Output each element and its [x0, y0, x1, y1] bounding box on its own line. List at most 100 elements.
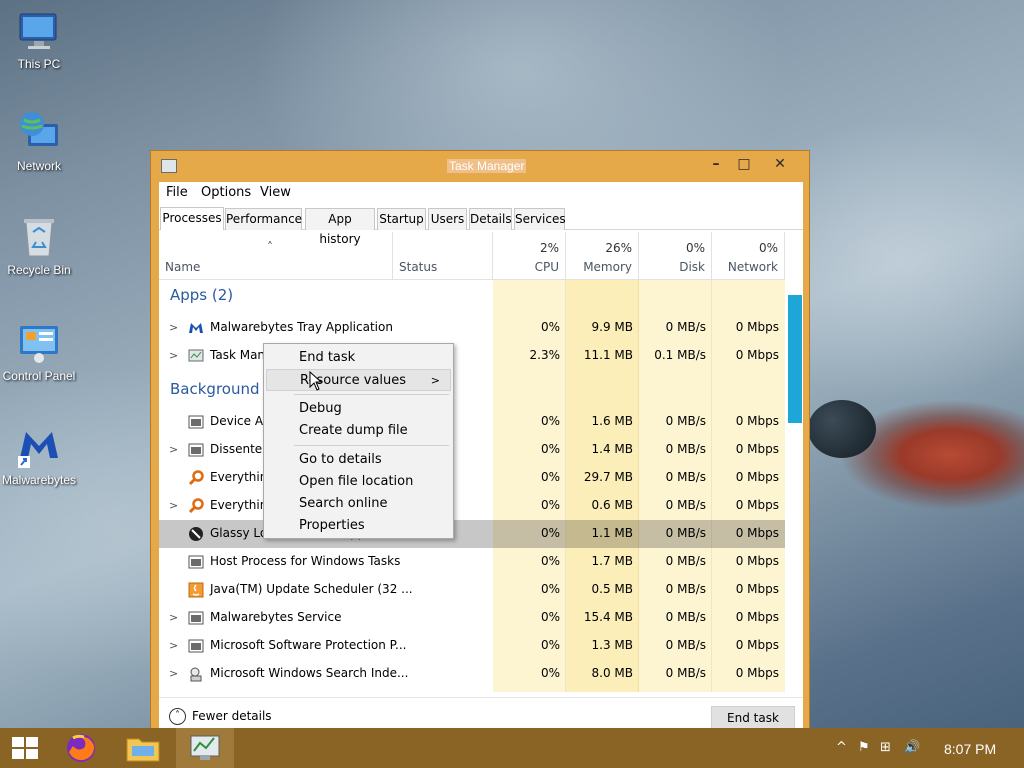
table-row-selected[interactable]: Glassy Look for Black Apps (32 ... 0% 1.… [159, 520, 785, 548]
tab-processes[interactable]: Processes [160, 207, 224, 230]
tab-users[interactable]: Users [428, 208, 467, 230]
expand-chevron-icon[interactable]: > [169, 443, 178, 456]
desktop-icon-malwarebytes[interactable]: Malwarebytes [0, 424, 78, 487]
expand-chevron-icon[interactable]: > [169, 639, 178, 652]
menu-item-properties[interactable]: Properties [266, 515, 451, 537]
taskbar-task-manager[interactable] [176, 728, 234, 768]
column-network[interactable]: 0% Network [712, 232, 785, 280]
show-hidden-icons-chevron-icon[interactable]: ^ [836, 740, 847, 755]
table-row[interactable]: Everything 0% 29.7 MB 0 MB/s 0 Mbps [159, 464, 785, 492]
menu-item-search-online[interactable]: Search online [266, 493, 451, 515]
vertical-scrollbar[interactable] [787, 280, 803, 692]
task-manager-icon [188, 348, 204, 364]
expand-chevron-icon[interactable]: > [169, 611, 178, 624]
process-network: 0 Mbps [735, 638, 779, 652]
table-row[interactable]: > Malwarebytes Tray Application 0% 9.9 M… [159, 314, 785, 342]
tab-performance[interactable]: Performance [225, 208, 302, 230]
expand-chevron-icon[interactable]: > [169, 321, 178, 334]
menu-item-debug[interactable]: Debug [266, 398, 451, 420]
desktop-icon-recycle-bin[interactable]: Recycle Bin [0, 214, 78, 277]
taskbar-clock[interactable]: 8:07 PM [944, 741, 996, 757]
minimize-button[interactable]: – [703, 155, 729, 175]
menu-view[interactable]: View [260, 185, 291, 200]
menu-options[interactable]: Options [201, 185, 251, 200]
column-cpu[interactable]: 2% CPU [493, 232, 566, 280]
expand-chevron-icon[interactable]: > [169, 349, 178, 362]
process-cpu: 0% [540, 414, 560, 428]
tab-services[interactable]: Services [514, 208, 566, 230]
taskbar-file-explorer[interactable] [118, 728, 168, 768]
tab-details[interactable]: Details [469, 208, 512, 230]
close-button[interactable]: ✕ [767, 155, 793, 175]
menu-item-end-task[interactable]: End task [266, 347, 451, 369]
column-status[interactable]: Status [393, 232, 493, 280]
task-manager-window: Task Manager – □ ✕ File Options View Pro… [150, 150, 810, 740]
expand-chevron-icon[interactable]: > [169, 499, 178, 512]
process-memory: 29.7 MB [583, 470, 633, 484]
process-network: 0 Mbps [735, 610, 779, 624]
process-disk: 0 MB/s [665, 470, 706, 484]
menu-item-resource-values[interactable]: Resource values > [266, 369, 451, 391]
process-disk: 0 MB/s [665, 610, 706, 624]
tab-app-history[interactable]: App history [305, 208, 375, 246]
desktop-icon-label: This PC [17, 57, 61, 71]
column-memory-label: Memory [583, 260, 632, 274]
tab-startup[interactable]: Startup [377, 208, 426, 230]
malwarebytes-icon [188, 320, 204, 336]
process-disk: 0 MB/s [665, 666, 706, 680]
process-disk: 0 MB/s [665, 320, 706, 334]
window-app-icon [188, 610, 204, 626]
table-row[interactable]: Host Process for Windows Tasks 0% 1.7 MB… [159, 548, 785, 576]
table-row[interactable]: Device Ass 0% 1.6 MB 0 MB/s 0 Mbps [159, 408, 785, 436]
fewer-details-button[interactable]: ˄ Fewer details [169, 708, 272, 725]
windows-logo-icon [12, 737, 38, 759]
table-row[interactable]: Java(TM) Update Scheduler (32 ... 0% 0.5… [159, 576, 785, 604]
column-memory[interactable]: 26% Memory [566, 232, 639, 280]
mouse-cursor-icon [309, 370, 323, 391]
process-cpu: 0% [540, 320, 560, 334]
process-memory: 0.5 MB [591, 582, 633, 596]
table-row[interactable]: > DissenterU 0% 1.4 MB 0 MB/s 0 Mbps [159, 436, 785, 464]
desktop-icon-control-panel[interactable]: Control Panel [0, 320, 78, 383]
menu-item-go-to-details[interactable]: Go to details [266, 449, 451, 471]
search-indexer-icon [188, 666, 204, 682]
table-row[interactable]: > Everything 0% 0.6 MB 0 MB/s 0 Mbps [159, 492, 785, 520]
table-row[interactable]: > Malwarebytes Service 0% 15.4 MB 0 MB/s… [159, 604, 785, 632]
menu-file[interactable]: File [166, 185, 188, 200]
process-network: 0 Mbps [735, 526, 779, 540]
desktop-icon-this-pc[interactable]: This PC [0, 8, 78, 71]
globe-network-icon [16, 110, 62, 156]
menu-separator [294, 394, 449, 395]
tab-strip: Processes Performance App history Startu… [159, 207, 803, 246]
end-task-button[interactable]: End task [711, 706, 795, 730]
maximize-button[interactable]: □ [731, 155, 757, 175]
column-disk[interactable]: 0% Disk [639, 232, 712, 280]
scrollbar-thumb[interactable] [788, 295, 802, 423]
column-name-label: Name [165, 260, 201, 274]
volume-icon[interactable]: 🔊 [904, 740, 920, 755]
table-row[interactable]: > Task Mana 2.3% 11.1 MB 0.1 MB/s 0 Mbps [159, 342, 785, 370]
column-header-row: ˄ Name Status 2% CPU 26% Memory 0% Disk … [159, 232, 785, 280]
monitor-icon [16, 8, 62, 54]
firefox-icon [67, 734, 95, 762]
desktop-icon-label: Recycle Bin [7, 263, 71, 277]
process-disk: 0 MB/s [665, 526, 706, 540]
process-name: Host Process for Windows Tasks [210, 554, 401, 568]
expand-chevron-icon[interactable]: > [169, 667, 178, 680]
wallpaper-bird-head [808, 400, 876, 458]
table-row[interactable]: > Microsoft Software Protection P... 0% … [159, 632, 785, 660]
network-tray-icon[interactable]: ⊞ [880, 740, 891, 755]
action-center-flag-icon[interactable]: ⚑ [858, 740, 870, 755]
process-cpu: 2.3% [529, 348, 561, 362]
title-bar[interactable]: Task Manager – □ ✕ [151, 151, 809, 182]
taskbar-firefox[interactable] [56, 728, 106, 768]
menu-item-create-dump-file[interactable]: Create dump file [266, 420, 451, 442]
desktop-icon-network[interactable]: Network [0, 110, 78, 173]
start-button[interactable] [0, 728, 50, 768]
menu-item-open-file-location[interactable]: Open file location [266, 471, 451, 493]
process-memory: 1.7 MB [591, 554, 633, 568]
process-disk: 0 MB/s [665, 638, 706, 652]
column-name[interactable]: ˄ Name [159, 232, 393, 280]
column-network-label: Network [727, 260, 778, 274]
table-row[interactable]: > Microsoft Windows Search Inde... 0% 8.… [159, 660, 785, 688]
